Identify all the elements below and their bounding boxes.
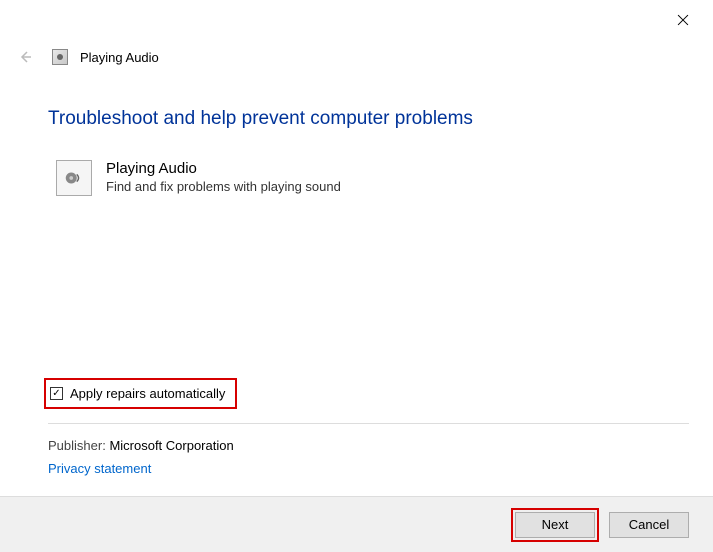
close-button[interactable] (675, 12, 691, 28)
apply-repairs-label: Apply repairs automatically (70, 386, 225, 401)
content-area: Troubleshoot and help prevent computer p… (48, 108, 689, 196)
privacy-statement-link[interactable]: Privacy statement (48, 461, 689, 476)
apply-repairs-checkbox[interactable]: ✓ (50, 387, 63, 400)
troubleshooter-text: Playing Audio Find and fix problems with… (106, 160, 341, 194)
window-title: Playing Audio (80, 50, 159, 65)
footer-bar: Next Cancel (0, 496, 713, 552)
publisher-label: Publisher: (48, 438, 106, 453)
page-heading: Troubleshoot and help prevent computer p… (48, 108, 689, 130)
next-button[interactable]: Next (515, 512, 595, 538)
publisher-value: Microsoft Corporation (109, 438, 233, 453)
next-button-highlight: Next (511, 508, 599, 542)
back-arrow-icon[interactable] (16, 48, 34, 66)
cancel-button[interactable]: Cancel (609, 512, 689, 538)
troubleshooter-item: Playing Audio Find and fix problems with… (56, 160, 689, 196)
troubleshooter-icon (52, 49, 68, 65)
apply-repairs-row[interactable]: ✓ Apply repairs automatically (44, 378, 237, 409)
divider (48, 423, 689, 424)
troubleshooter-description: Find and fix problems with playing sound (106, 179, 341, 194)
publisher-row: Publisher: Microsoft Corporation (48, 438, 689, 453)
header-bar: Playing Audio (16, 48, 159, 66)
troubleshooter-title: Playing Audio (106, 160, 341, 177)
lower-section: ✓ Apply repairs automatically Publisher:… (48, 378, 689, 476)
audio-troubleshooter-icon (56, 160, 92, 196)
